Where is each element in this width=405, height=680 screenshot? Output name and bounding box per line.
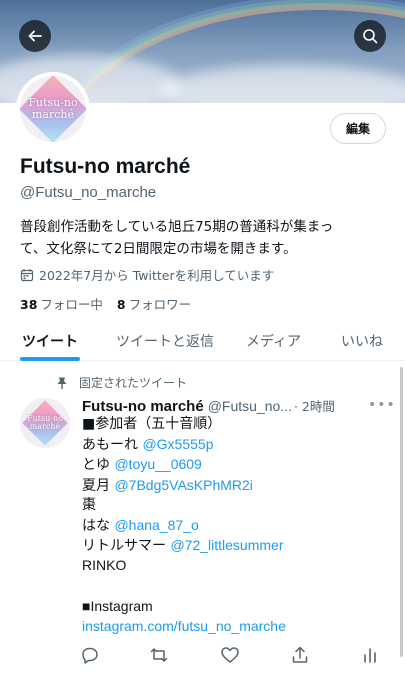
tweet-avatar[interactable]: Futsu-no marché [20, 398, 70, 448]
more-options-icon[interactable]: ••• [368, 397, 396, 413]
tab-media[interactable]: メディア [246, 331, 301, 351]
scrollbar[interactable] [400, 367, 403, 657]
tweet-line: はな @hana_87_o [82, 515, 382, 535]
back-arrow-icon [28, 30, 42, 42]
profile-bio: 普段創作活動をしている旭丘75期の普通科が集まっ て、文化祭にて2日間限定の市場… [20, 216, 390, 260]
reply-icon[interactable] [80, 645, 100, 665]
tweet-line-text: リトルサマー [82, 538, 171, 555]
tab-likes[interactable]: いいね [341, 331, 383, 351]
avatar-logo-text: Futsu-no marché [27, 414, 63, 432]
tweet-text: ■参加者（五十音順） あもーれ @Gx5555p とゆ @toyu__0609 … [82, 414, 382, 636]
tweet-line-text: はな [82, 517, 115, 534]
joined-text: 2022年7月から Twitterを利用しています [39, 268, 275, 283]
user-handle: @Futsu_no_marche [20, 184, 157, 201]
follow-stats: 38 フォロー中 8 フォロワー [20, 294, 191, 313]
tweet-line-text: 棗 [82, 496, 96, 513]
mention-link[interactable]: @7Bdg5VAsKPhMR2i [114, 477, 252, 493]
tweet-header: Futsu-no marché @Futsu_no... · 2時間 [82, 396, 382, 415]
tweet-line-text: とゆ [82, 457, 115, 474]
following-link[interactable]: 38 フォロー中 [20, 294, 103, 313]
tweet-author-name[interactable]: Futsu-no marché [82, 398, 204, 415]
avatar-logo-line: marché [29, 422, 61, 431]
tweet-line: ■Instagram [82, 596, 382, 616]
analytics-icon[interactable] [360, 645, 380, 665]
tweet-line-text: RINKO [82, 557, 127, 574]
tweet-line-text: 夏月 [82, 477, 115, 494]
tweet-line-text: あもーれ [82, 437, 143, 454]
share-icon[interactable] [290, 645, 310, 665]
tab-tweets[interactable]: ツイート [22, 331, 78, 351]
tweet-line-text: ■Instagram [82, 597, 153, 614]
mention-link[interactable]: @toyu__0609 [114, 456, 201, 472]
tweet-line: あもーれ @Gx5555p [82, 434, 382, 454]
avatar-logo-line: marché [31, 108, 74, 121]
tweet-line: RINKO [82, 555, 382, 575]
profile-avatar[interactable]: Futsu-no marché [16, 72, 90, 146]
tweet-line: リトルサマー @72_littlesummer [82, 535, 382, 555]
display-name: Futsu-no marché [20, 155, 191, 178]
followers-link[interactable]: 8 フォロワー [117, 294, 191, 313]
tweet-actions [80, 645, 380, 667]
avatar-logo-text: Futsu-no marché [28, 97, 77, 120]
joined-date: 2022年7月から Twitterを利用しています [20, 265, 274, 284]
instagram-link[interactable]: instagram.com/futsu_no_marche [82, 618, 286, 634]
tweet-line: とゆ @toyu__0609 [82, 454, 382, 474]
pinned-label: 固定されたツイート [79, 376, 188, 390]
tweet-line: 棗 [82, 495, 382, 515]
tweet-author-handle[interactable]: @Futsu_no... [208, 398, 292, 414]
tweet-line: ■参加者（五十音順） [82, 414, 382, 434]
calendar-icon [20, 268, 34, 281]
bio-line: 普段創作活動をしている旭丘75期の普通科が集まっ [20, 219, 334, 235]
pin-icon [57, 377, 67, 389]
back-button[interactable] [19, 20, 51, 52]
following-label: フォロー中 [40, 297, 103, 312]
followers-count: 8 [116, 297, 126, 312]
mention-link[interactable]: @72_littlesummer [170, 537, 283, 553]
like-icon[interactable] [220, 645, 240, 665]
following-count: 38 [20, 297, 38, 312]
search-button[interactable] [354, 20, 386, 52]
mention-link[interactable]: @hana_87_o [114, 517, 198, 533]
retweet-icon[interactable] [149, 645, 169, 665]
bio-line: て、文化祭にて2日間限定の市場を開きます。 [20, 241, 297, 257]
tweet-line: instagram.com/futsu_no_marche [82, 616, 382, 636]
tweet-line-text: ■参加者（五十音順） [82, 416, 222, 432]
edit-profile-button[interactable]: 編集 [330, 113, 386, 144]
tweet-line: 夏月 @7Bdg5VAsKPhMR2i [82, 475, 382, 495]
profile-tabs: ツイート ツイートと返信 メディア いいね [0, 323, 405, 361]
followers-label: フォロワー [128, 297, 192, 312]
tweet-timestamp[interactable]: · 2時間 [294, 396, 335, 415]
pinned-indicator: 固定されたツイート [55, 374, 187, 391]
tab-tweets-and-replies[interactable]: ツイートと返信 [116, 331, 214, 351]
active-tab-indicator [20, 357, 80, 361]
mention-link[interactable]: @Gx5555p [142, 436, 213, 452]
search-icon [363, 29, 378, 44]
